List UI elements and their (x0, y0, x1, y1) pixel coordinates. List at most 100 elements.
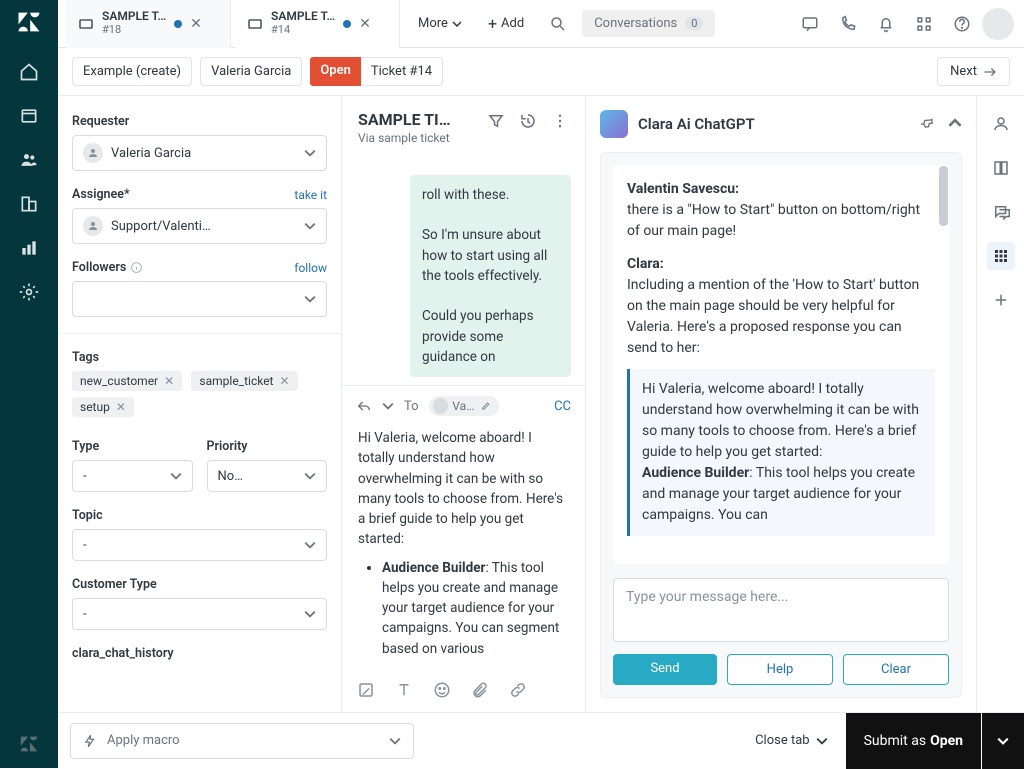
admin-icon[interactable] (17, 280, 41, 304)
customers-icon[interactable] (17, 148, 41, 172)
unsaved-dot-icon (343, 20, 351, 28)
chat-icon[interactable] (792, 6, 828, 42)
comments-icon[interactable] (987, 198, 1015, 226)
add-button[interactable]: +Add (478, 10, 534, 38)
tab-sub: #18 (102, 24, 166, 37)
filter-icon[interactable] (487, 112, 505, 130)
clara-send-button[interactable]: Send (613, 654, 717, 685)
tab-ticket-14[interactable]: SAMPLE T… #14 ✕ (235, 0, 400, 48)
pin-icon[interactable] (920, 116, 936, 132)
customer-message: roll with these. So I'm unsure about how… (410, 175, 571, 377)
views-icon[interactable] (17, 104, 41, 128)
take-it-link[interactable]: take it (294, 188, 327, 202)
status-pill: Open (310, 57, 361, 86)
brand-logo[interactable] (15, 8, 43, 36)
close-icon[interactable]: ✕ (190, 16, 202, 32)
more-icon[interactable] (551, 112, 569, 130)
conversation-panel: SAMPLE TI… Via sample ticket roll with t… (342, 96, 586, 712)
recipient-avatar (433, 398, 449, 414)
apply-macro[interactable]: Apply macro (70, 723, 414, 759)
clara-title: Clara Ai ChatGPT (638, 115, 755, 133)
person-icon (83, 143, 103, 163)
scrollbar[interactable] (939, 166, 948, 226)
assignee-value: Support/Valenti… (111, 219, 211, 234)
apps-grid-icon[interactable] (906, 6, 942, 42)
close-icon[interactable]: ✕ (359, 16, 371, 32)
search-icon[interactable] (540, 6, 576, 42)
compose-body[interactable]: Hi Valeria, welcome aboard! I totally un… (356, 416, 571, 670)
conversations-button[interactable]: Conversations 0 (582, 10, 715, 37)
clara-help-button[interactable]: Help (727, 654, 833, 685)
clara-panel: Clara Ai ChatGPT Valentin Savescu:there … (586, 96, 976, 712)
next-button[interactable]: Next (937, 57, 1010, 86)
bell-icon[interactable] (868, 6, 904, 42)
customer-type-select[interactable]: - (72, 598, 327, 630)
insert-note-icon[interactable] (356, 680, 376, 700)
emoji-icon[interactable] (432, 680, 452, 700)
user-avatar[interactable] (982, 8, 1014, 40)
tab-ticket-18[interactable]: SAMPLE T… #18 ✕ (66, 0, 231, 48)
zendesk-products-icon[interactable] (17, 732, 41, 756)
add-app-icon[interactable] (987, 286, 1015, 314)
follow-link[interactable]: follow (294, 261, 327, 275)
reply-type-chevron-icon[interactable] (382, 400, 394, 412)
text-format-icon[interactable] (394, 680, 414, 700)
home-icon[interactable] (17, 60, 41, 84)
type-select[interactable]: - (72, 460, 193, 492)
more-menu[interactable]: More (408, 10, 472, 37)
knowledge-icon[interactable] (987, 154, 1015, 182)
chevron-down-icon (304, 147, 316, 159)
phone-icon[interactable] (830, 6, 866, 42)
close-tab-button[interactable]: Close tab (755, 733, 828, 748)
history-icon[interactable] (519, 112, 537, 130)
reports-icon[interactable] (17, 236, 41, 260)
unsaved-dot-icon (174, 20, 182, 28)
tags-container[interactable]: new_customer✕ sample_ticket✕ setup✕ (72, 371, 327, 423)
clara-clear-button[interactable]: Clear (843, 654, 949, 685)
crumb-requester[interactable]: Valeria Garcia (200, 57, 302, 86)
help-icon[interactable] (944, 6, 980, 42)
compose-area: To Val… CC Hi Valeria, welcome aboard! I… (342, 385, 585, 712)
requester-select[interactable]: Valeria Garcia (72, 135, 327, 171)
messages-scroll[interactable]: roll with these. So I'm unsure about how… (342, 155, 585, 385)
user-context-icon[interactable] (987, 110, 1015, 138)
clara-logo-icon (600, 110, 628, 138)
link-icon[interactable] (508, 680, 528, 700)
reply-back-icon[interactable] (356, 399, 372, 413)
tab-title: SAMPLE T… (271, 10, 335, 24)
followers-select[interactable] (72, 281, 327, 317)
apps-icon[interactable] (987, 242, 1015, 270)
tab-bar: SAMPLE T… #18 ✕ SAMPLE T… #14 ✕ More +Ad… (58, 0, 1024, 48)
submit-button[interactable]: Submit as Open (846, 713, 981, 769)
tab-sub: #14 (271, 24, 335, 37)
type-label: Type (72, 439, 193, 454)
clara-conversation[interactable]: Valentin Savescu:there is a "How to Star… (613, 165, 949, 564)
priority-label: Priority (207, 439, 328, 454)
submit-dropdown[interactable] (982, 713, 1024, 769)
assignee-select[interactable]: Support/Valenti… (72, 208, 327, 244)
topic-label: Topic (72, 508, 327, 523)
edit-pencil-icon[interactable] (481, 401, 491, 411)
compose-toolbar (356, 670, 571, 712)
cc-link[interactable]: CC (554, 399, 571, 414)
priority-select[interactable]: No… (207, 460, 328, 492)
chevron-down-icon (389, 735, 401, 747)
assignee-label: Assignee* (72, 187, 130, 202)
collapse-chevron-icon[interactable] (948, 116, 962, 132)
ticket-pill: Ticket #14 (361, 57, 443, 86)
topic-select[interactable]: - (72, 529, 327, 561)
to-recipient-chip[interactable]: Val… (429, 396, 499, 416)
remove-tag-icon[interactable]: ✕ (116, 400, 126, 414)
attachment-icon[interactable] (470, 680, 490, 700)
requester-label: Requester (72, 114, 327, 129)
tag-chip: new_customer✕ (72, 371, 182, 391)
crumb-example[interactable]: Example (create) (72, 57, 192, 86)
clara-history-label: clara_chat_history (72, 646, 327, 661)
remove-tag-icon[interactable]: ✕ (279, 374, 289, 388)
org-icon[interactable] (17, 192, 41, 216)
remove-tag-icon[interactable]: ✕ (164, 374, 174, 388)
clara-input[interactable]: Type your message here... (613, 578, 949, 642)
person-icon (83, 216, 103, 236)
ticket-title: SAMPLE TI… (358, 110, 451, 129)
clara-speaker: Clara: (627, 256, 664, 272)
